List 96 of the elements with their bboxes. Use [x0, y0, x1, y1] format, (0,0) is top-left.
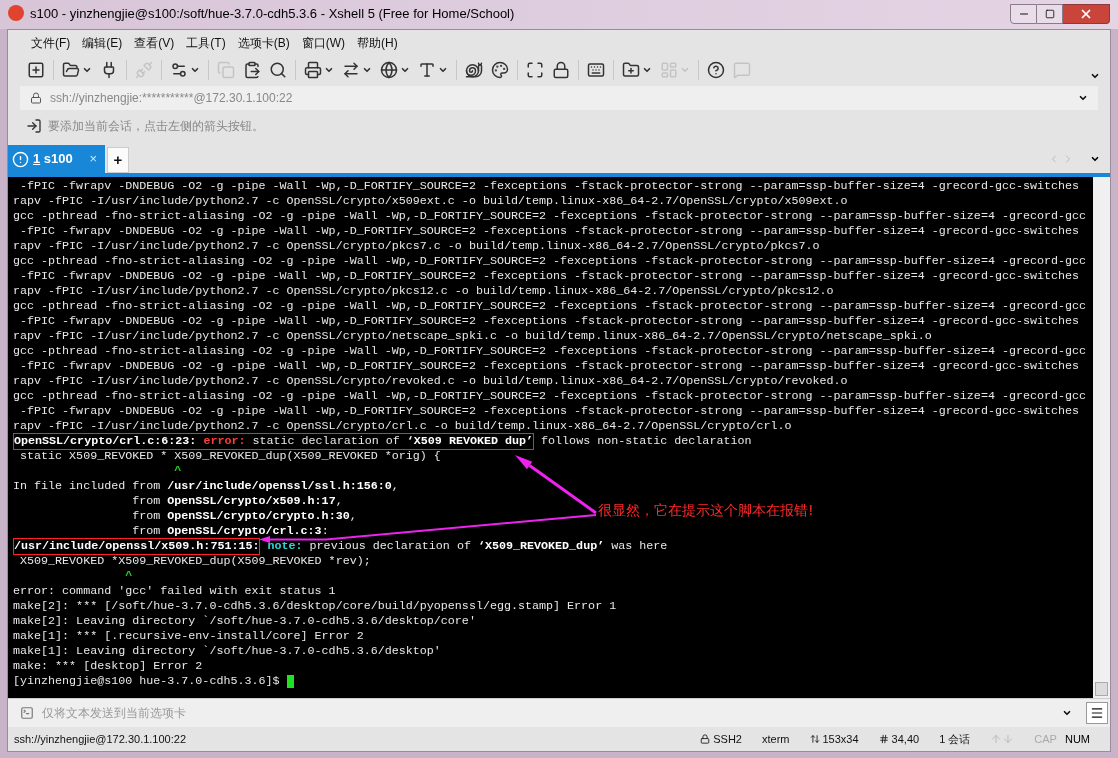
unplug-icon: [135, 61, 153, 80]
protocol-label: SSH2: [713, 731, 742, 747]
add-folder-icon: [622, 61, 640, 80]
highlight-frame: OpenSSL/crypto/crl.c:6:23: error: static declaration of ‘X509 REVOKED dup’: [13, 433, 535, 451]
folder-icon: [62, 61, 80, 80]
close-icon: [1079, 7, 1093, 21]
session-tab[interactable]: 1 s100 ×: [8, 145, 105, 174]
terminal-line: make[2]: Leaving directory `/soft/hue-3.7.0-cdh5.3.6/desktop/core': [13, 614, 476, 630]
tab-label: 1 s100: [33, 150, 73, 169]
terminal-line: gcc -pthread -fno-strict-aliasing -O2 -g -pipe -Wall -Wp,-D_FORTIFY_SOURCE=2 -fexceptions -fstack-protector-strong --param=ssp-buffer-size=4 -grecord-gcc: [13, 299, 1087, 315]
terminal-line: gcc -pthread -fno-strict-aliasing -O2 -g -pipe -Wall -Wp,-D_FORTIFY_SOURCE=2 -fexceptions -fstack-protector-strong --param=ssp-buffer-size=4 -grecord-gcc: [13, 389, 1087, 405]
key-indicator: NUM: [1064, 731, 1090, 747]
menu-button[interactable]: [1086, 702, 1108, 725]
key-indicator: CAP: [1034, 731, 1057, 747]
settings-icon: [170, 61, 188, 80]
terminal-line: -fPIC -fwrapv -DNDEBUG -O2 -g -pipe -Wall -Wp,-D_FORTIFY_SOURCE=2 -fexceptions -fstack-protector-strong --param=ssp-buffer-size=4 -grecord-gcc-switches: [19, 314, 1080, 330]
resize-icon: [809, 734, 820, 745]
chat-icon: [733, 61, 751, 80]
terminal-line: from OpenSSL/crypto/crl.c:3:: [131, 524, 329, 540]
terminal-line: make[1]: Leaving directory `/soft/hue-3.7.0-cdh5.3.6/desktop': [13, 644, 441, 660]
terminal-line: rapv -fPIC -I/usr/include/python2.7 -c OpenSSL/crypto/crl.c -o build/temp.linux-x86_64-2.7/OpenSSL/crypto/crl.o: [13, 419, 792, 435]
new-session-icon: [27, 61, 45, 80]
app-logo-icon: [8, 5, 24, 21]
terminal-line: /usr/include/openssl/x509.h:751:15: note: previous declaration of ‘X509_REVOKED_dup’ was here: [13, 539, 668, 555]
font-icon: [418, 61, 436, 80]
terminal-line: gcc -pthread -fno-strict-aliasing -O2 -g -pipe -Wall -Wp,-D_FORTIFY_SOURCE=2 -fexceptions -fstack-protector-strong --param=ssp-buffer-size=4 -grecord-gcc: [13, 209, 1087, 225]
terminal-size: 153x34: [822, 731, 859, 747]
terminal-line: In file included from /usr/include/openssl/ssl.h:156:0,: [13, 479, 399, 495]
menu-item[interactable]: 文件(F): [26, 33, 76, 52]
terminal-icon: [20, 706, 34, 721]
scrollbar[interactable]: [1093, 177, 1110, 699]
terminal-line: error: command 'gcc' failed with exit status 1: [13, 584, 336, 600]
globe-icon: [380, 61, 398, 80]
terminal-line: rapv -fPIC -I/usr/include/python2.7 -c OpenSSL/crypto/x509ext.c -o build/temp.linux-x86_64-2.7/OpenSSL/crypto/x509ext.o: [13, 194, 848, 210]
connection-status: ssh://yinzhengjie@172.30.1.100:22: [14, 731, 186, 747]
keyboard-icon: [587, 61, 605, 80]
terminal-line: make[2]: *** [/soft/hue-3.7.0-cdh5.3.6/desktop/core/build/pyopenssl/egg.stamp] Error 1: [13, 599, 617, 615]
terminal-line: -fPIC -fwrapv -DNDEBUG -O2 -g -pipe -Wall -Wp,-D_FORTIFY_SOURCE=2 -fexceptions -fstack-protector-strong --param=ssp-buffer-size=4 -grecord-gcc-switches: [19, 359, 1080, 375]
annotation-text: 很显然，它在提示这个脚本在报错!: [598, 503, 814, 519]
menu-item[interactable]: 编辑(E): [77, 33, 128, 52]
menu-item[interactable]: 查看(V): [129, 33, 180, 52]
layout-icon: [660, 61, 678, 80]
search-icon: [269, 61, 287, 80]
menu-item[interactable]: 选项卡(B): [232, 33, 295, 52]
terminal-line: make[1]: *** [.recursive-env-install/core] Error 2: [13, 629, 364, 645]
help-icon: [707, 61, 725, 80]
menu-item[interactable]: 工具(T): [181, 33, 231, 52]
status-label: 1 会话: [939, 731, 971, 747]
paste-icon: [243, 61, 261, 80]
terminal-line: make: *** [desktop] Error 2: [13, 659, 203, 675]
menu-item[interactable]: 窗口(W): [296, 33, 350, 52]
terminal-line: [yinzhengjie@s100 hue-3.7.0-cdh5.3.6]$: [13, 674, 280, 690]
terminal-line: rapv -fPIC -I/usr/include/python2.7 -c OpenSSL/crypto/pkcs7.c -o build/temp.linux-x86_64-2.7/OpenSSL/crypto/pkcs7.o: [13, 239, 820, 255]
terminal-line: -fPIC -fwrapv -DNDEBUG -O2 -g -pipe -Wall -Wp,-D_FORTIFY_SOURCE=2 -fexceptions -fstack-protector-strong --param=ssp-buffer-size=4 -grecord-gcc-switches: [19, 404, 1080, 420]
copy-icon: [217, 61, 235, 80]
highlight-frame: /usr/include/openssl/x509.h:751:15:: [13, 538, 261, 556]
terminal-line: rapv -fPIC -I/usr/include/python2.7 -c OpenSSL/crypto/pkcs12.c -o build/temp.linux-x86_64-2.7/OpenSSL/crypto/pkcs12.o: [13, 284, 834, 300]
arrow-icon[interactable]: [26, 118, 42, 135]
palette-icon: [491, 61, 509, 80]
printer-icon: [304, 61, 322, 80]
terminal-line: ^: [124, 569, 133, 585]
terminal-line: -fPIC -fwrapv -DNDEBUG -O2 -g -pipe -Wall -Wp,-D_FORTIFY_SOURCE=2 -fexceptions -fstack-protector-strong --param=ssp-buffer-size=4 -grecord-gcc-switches: [19, 179, 1080, 195]
lock-icon: [30, 92, 42, 105]
lock-icon: [700, 734, 711, 745]
status-label: xterm: [762, 731, 790, 747]
snail-icon: [465, 61, 483, 80]
minimize-button[interactable]: [1010, 4, 1037, 24]
terminal-line: rapv -fPIC -I/usr/include/python2.7 -c OpenSSL/crypto/netscape_spki.c -o build/temp.linux-x86_64-2.7/OpenSSL/crypto/netscape_spki.o: [13, 329, 932, 345]
terminal-line: X509_REVOKED *X509_REVOKED_dup(X509_REVOKED *rev);: [19, 554, 371, 570]
cursor-position-icon: [878, 734, 889, 745]
terminal-line: -fPIC -fwrapv -DNDEBUG -O2 -g -pipe -Wall -Wp,-D_FORTIFY_SOURCE=2 -fexceptions -fstack-protector-strong --param=ssp-buffer-size=4 -grecord-gcc-switches: [19, 269, 1080, 285]
menu-icon: [1090, 706, 1104, 721]
new-tab-button[interactable]: +: [107, 147, 129, 174]
terminal-line: rapv -fPIC -I/usr/include/python2.7 -c OpenSSL/crypto/revoked.c -o build/temp.linux-x86_64-2.7/OpenSSL/crypto/revoked.o: [13, 374, 848, 390]
close-button[interactable]: [1063, 4, 1110, 24]
terminal-line: from OpenSSL/crypto/crypto.h:30,: [131, 509, 357, 525]
terminal-line: ^: [173, 464, 182, 480]
maximize-button[interactable]: [1037, 4, 1063, 24]
terminal-line: from OpenSSL/crypto/x509.h:17,: [131, 494, 343, 510]
terminal-line: -fPIC -fwrapv -DNDEBUG -O2 -g -pipe -Wall -Wp,-D_FORTIFY_SOURCE=2 -fexceptions -fstack-protector-strong --param=ssp-buffer-size=4 -grecord-gcc-switches: [19, 224, 1080, 240]
send-text-field[interactable]: 仅将文本发送到当前选项卡: [42, 704, 1062, 723]
lock-icon: [552, 61, 570, 80]
fullscreen-icon: [526, 61, 544, 80]
terminal-line: gcc -pthread -fno-strict-aliasing -O2 -g -pipe -Wall -Wp,-D_FORTIFY_SOURCE=2 -fexceptions -fstack-protector-strong --param=ssp-buffer-size=4 -grecord-gcc: [13, 254, 1087, 270]
maximize-icon: [1044, 9, 1055, 19]
window-title: s100 - yinzhengjie@s100:/soft/hue-3.7.0-cdh5.3.6 - Xshell 5 (Free for Home/School): [30, 5, 515, 23]
alert-icon: [12, 150, 29, 168]
terminal-line: gcc -pthread -fno-strict-aliasing -O2 -g -pipe -Wall -Wp,-D_FORTIFY_SOURCE=2 -fexceptions -fstack-protector-strong --param=ssp-buffer-size=4 -grecord-gcc: [13, 344, 1087, 360]
terminal-line: static X509_REVOKED * X509_REVOKED_dup(X509_REVOKED *orig) {: [19, 449, 441, 465]
menu-item[interactable]: 帮助(H): [352, 33, 403, 52]
address-text: ssh://yinzhengjie:***********@172.30.1.100:22: [50, 90, 293, 108]
hint-text: 要添加当前会话，点击左侧的箭头按钮。: [48, 118, 264, 136]
send-text-bar[interactable]: 仅将文本发送到当前选项卡: [8, 698, 1110, 728]
terminal-line: OpenSSL/crypto/crl.c:6:23: error: static declaration of ‘X509 REVOKED dup’ follows non-static declaration: [13, 434, 752, 450]
transfer-icon: [342, 61, 360, 80]
cursor-position: 34,40: [891, 731, 920, 747]
